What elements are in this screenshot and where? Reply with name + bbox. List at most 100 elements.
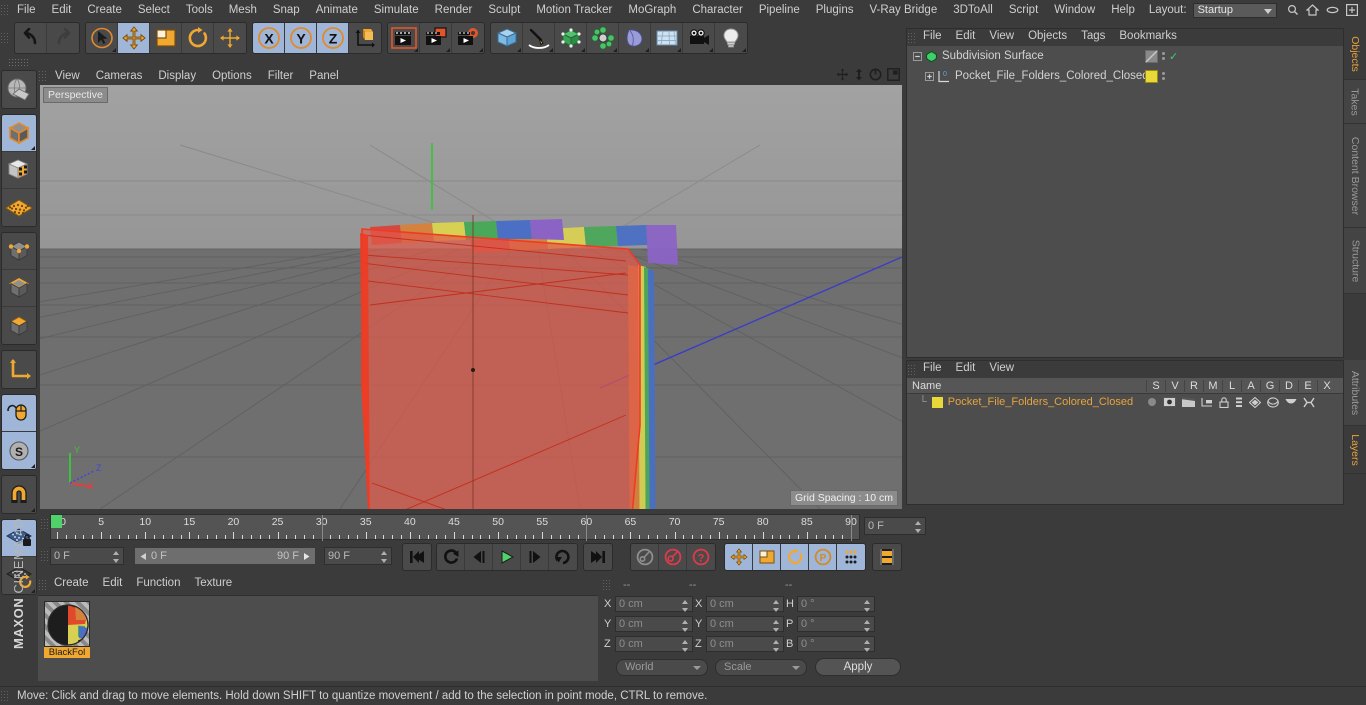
texture-mode-button[interactable] <box>2 152 36 189</box>
menu-item-plugins[interactable]: Plugins <box>808 0 862 20</box>
lock-z-axis-button[interactable]: Z <box>317 23 349 53</box>
material-item[interactable]: BlackFol <box>44 601 90 658</box>
add-modeling-object-button[interactable] <box>587 23 619 53</box>
layer-column-s[interactable]: S <box>1146 380 1165 392</box>
current-frame-field[interactable]: 0 F <box>50 547 124 565</box>
3d-viewport[interactable]: Perspective Grid Spacing : 10 cm Y X Z <box>40 85 902 509</box>
coordinates-position-field-y[interactable]: 0 cm <box>615 616 693 632</box>
add-light-button[interactable] <box>715 23 747 53</box>
menu-item-simulate[interactable]: Simulate <box>366 0 427 20</box>
redo-button[interactable] <box>47 23 79 53</box>
move-alt-button[interactable] <box>214 23 246 53</box>
layer-column-g[interactable]: G <box>1260 380 1279 392</box>
menu-item-tools[interactable]: Tools <box>178 0 221 20</box>
material-menu-item-create[interactable]: Create <box>47 575 96 595</box>
visible-toggle-icon[interactable] <box>1163 397 1176 407</box>
world-object-axis-button[interactable] <box>349 23 381 53</box>
coordinates-size-field-z[interactable]: 0 cm <box>706 636 784 652</box>
coordinate-mode-dropdown[interactable]: Scale <box>715 659 807 676</box>
render-settings-button[interactable] <box>452 23 484 53</box>
layer-menu-item-view[interactable]: View <box>982 360 1021 380</box>
menu-item-sculpt[interactable]: Sculpt <box>480 0 528 20</box>
solo-toggle-icon[interactable] <box>1147 397 1157 407</box>
viewport-menu-item-panel[interactable]: Panel <box>301 66 346 86</box>
menu-grip[interactable] <box>0 4 9 16</box>
stepper-icon[interactable] <box>381 551 388 563</box>
object-manager-grip[interactable] <box>907 32 916 44</box>
ellipse-icon[interactable] <box>1326 5 1339 15</box>
coordinates-rotation-field-b[interactable]: 0 ° <box>797 636 875 652</box>
dynamics-toggle-icon[interactable] <box>1285 398 1297 406</box>
timeline-playhead[interactable] <box>51 515 62 528</box>
go-to-end-button[interactable] <box>584 544 612 570</box>
menu-item-mograph[interactable]: MoGraph <box>620 0 684 20</box>
home-icon[interactable] <box>1306 4 1319 16</box>
menu-item-motion-tracker[interactable]: Motion Tracker <box>528 0 620 20</box>
layer-row[interactable]: └ Pocket_File_Folders_Colored_Closed <box>907 394 1343 410</box>
record-active-objects-button[interactable] <box>631 544 659 570</box>
material-menu-item-texture[interactable]: Texture <box>187 575 239 595</box>
current-frame-field-right[interactable]: 0 F <box>864 517 926 535</box>
coordinate-system-dropdown[interactable]: World <box>616 659 708 676</box>
apply-button[interactable]: Apply <box>815 658 901 676</box>
step-back-button[interactable] <box>465 544 493 570</box>
stepper-icon[interactable] <box>864 600 871 612</box>
object-menu-item-tags[interactable]: Tags <box>1074 28 1112 48</box>
layer-column-v[interactable]: V <box>1165 380 1184 392</box>
vertical-tab-attributes[interactable]: Attributes <box>1344 360 1366 426</box>
viewport-menu-item-cameras[interactable]: Cameras <box>88 66 151 86</box>
edges-mode-button[interactable] <box>2 270 36 307</box>
layer-column-x[interactable]: X <box>1317 380 1336 392</box>
dolly-icon[interactable] <box>854 68 864 81</box>
lock-toggle-icon[interactable] <box>1219 397 1229 408</box>
stepper-icon[interactable] <box>682 640 689 652</box>
enable-snapping-button[interactable]: S <box>2 432 36 469</box>
menu-item-create[interactable]: Create <box>79 0 130 20</box>
render-view-button[interactable] <box>388 23 420 53</box>
layer-menu-item-edit[interactable]: Edit <box>949 360 983 380</box>
vertical-tab-structure[interactable]: Structure <box>1344 228 1366 294</box>
maximize-view-icon[interactable] <box>887 68 900 81</box>
max-frame-field[interactable]: 90 F <box>324 547 392 565</box>
stepper-icon[interactable] <box>113 551 120 563</box>
go-to-start-button[interactable] <box>403 544 431 570</box>
coordinates-grip[interactable] <box>602 579 611 591</box>
key-position-button[interactable] <box>725 544 753 570</box>
layer-manager-grip[interactable] <box>907 364 916 376</box>
lock-y-axis-button[interactable]: Y <box>285 23 317 53</box>
layer-column-e[interactable]: E <box>1298 380 1317 392</box>
vertical-tab-layers[interactable]: Layers <box>1344 426 1366 474</box>
material-menu-item-function[interactable]: Function <box>129 575 187 595</box>
object-menu-item-file[interactable]: File <box>916 28 949 48</box>
live-selection-button[interactable] <box>86 23 118 53</box>
add-camera-button[interactable] <box>683 23 715 53</box>
stepper-icon[interactable] <box>773 640 780 652</box>
menu-item-v-ray-bridge[interactable]: V-Ray Bridge <box>861 0 945 20</box>
add-deformer-object-button[interactable] <box>619 23 651 53</box>
menu-item-animate[interactable]: Animate <box>308 0 366 20</box>
vertical-tab-objects[interactable]: Objects <box>1344 28 1366 80</box>
layer-column-r[interactable]: R <box>1184 380 1203 392</box>
vertical-tab-takes[interactable]: Takes <box>1344 80 1366 124</box>
stepper-icon[interactable] <box>682 620 689 632</box>
coordinates-position-field-x[interactable]: 0 cm <box>615 596 693 612</box>
search-icon[interactable] <box>1287 4 1299 16</box>
menu-item-window[interactable]: Window <box>1046 0 1103 20</box>
menu-item-script[interactable]: Script <box>1001 0 1046 20</box>
timeline-ruler[interactable]: 051015202530354045505560657075808590 <box>50 514 860 540</box>
left-toolbar-grip[interactable] <box>8 58 30 67</box>
viewport-menu-item-view[interactable]: View <box>47 66 88 86</box>
object-tags-subdivision-surface[interactable]: ✓ <box>1145 46 1178 66</box>
rotate-tool-button[interactable] <box>182 23 214 53</box>
step-forward-button[interactable] <box>521 544 549 570</box>
workplane-mode-button[interactable] <box>2 189 36 226</box>
rotate-view-icon[interactable] <box>869 68 882 81</box>
object-tags-pocket-file-folders[interactable] <box>1145 66 1165 86</box>
timeline-filmstrip-button[interactable] <box>873 544 901 570</box>
make-editable-button[interactable] <box>2 71 36 108</box>
viewport-solo-button[interactable] <box>2 395 36 432</box>
coordinates-rotation-field-p[interactable]: 0 ° <box>797 616 875 632</box>
key-parameter-button[interactable]: P <box>809 544 837 570</box>
play-forward-button[interactable] <box>493 544 521 570</box>
stepper-icon[interactable] <box>682 600 689 612</box>
